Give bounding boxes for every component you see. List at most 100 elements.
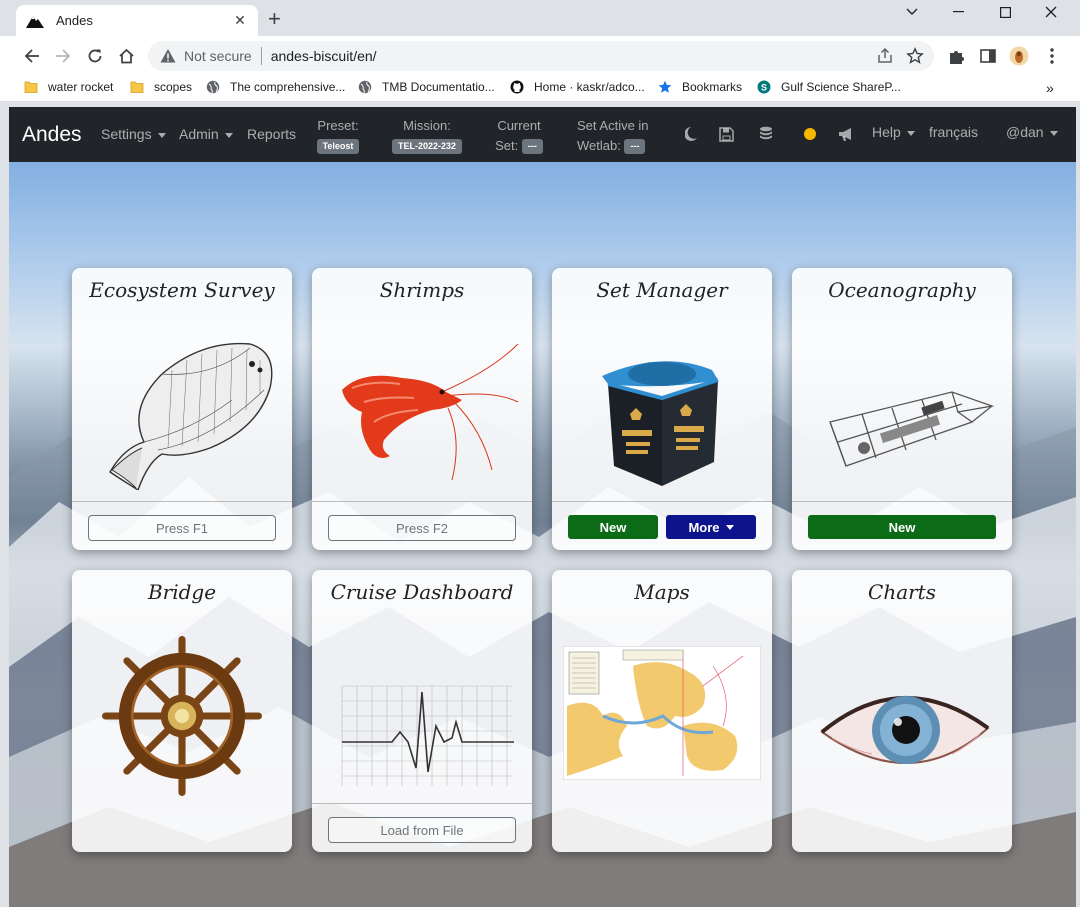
bookmark-label: Home · kaskr/adco... xyxy=(534,80,645,94)
share-icon[interactable] xyxy=(876,47,894,65)
red-shrimp-image xyxy=(342,343,519,481)
bookmark-item[interactable]: scopes xyxy=(130,80,192,94)
card-bridge[interactable]: Bridge xyxy=(72,570,292,852)
bookmark-item[interactable]: Home · kaskr/adco... xyxy=(510,80,645,94)
press-f2-button[interactable]: Press F2 xyxy=(328,515,516,541)
app-brand[interactable]: Andes xyxy=(22,123,82,147)
bookmark-label: The comprehensive... xyxy=(230,80,346,94)
card-maps[interactable]: Maps xyxy=(552,570,772,852)
back-icon[interactable] xyxy=(20,44,44,68)
browser-toolbar: Not secure andes-biscuit/en/ xyxy=(0,36,1080,76)
preset-indicator: Preset: Teleost xyxy=(315,116,361,156)
card-set-manager[interactable]: Set Manager New More xyxy=(552,268,772,550)
more-dropdown-button[interactable]: More xyxy=(666,515,756,539)
forward-icon[interactable] xyxy=(51,44,75,68)
browser-tabstrip: Andes ✕ + xyxy=(0,0,1080,36)
user-menu[interactable]: @dan xyxy=(1006,124,1058,140)
url-text[interactable]: andes-biscuit/en/ xyxy=(271,48,377,64)
blue-eye-image xyxy=(820,696,990,764)
card-oceanography[interactable]: Oceanography New xyxy=(792,268,1012,550)
chevron-down-icon xyxy=(725,524,734,530)
preset-badge[interactable]: Teleost xyxy=(316,139,360,155)
bookmark-item[interactable]: water rocket xyxy=(24,80,113,94)
reports-link[interactable]: Reports xyxy=(247,126,296,142)
mountain-favicon-icon xyxy=(26,15,44,28)
omnibox-separator xyxy=(260,47,262,65)
browser-menu-icon[interactable] xyxy=(1042,46,1062,66)
wetlab-label: Wetlab: xyxy=(577,138,621,153)
bookmarks-bar: water rocket scopes The comprehensive...… xyxy=(0,76,1080,102)
current-label: Current xyxy=(497,118,541,133)
new-oceanography-button[interactable]: New xyxy=(808,515,996,539)
set-label: Set: xyxy=(495,138,519,153)
card-title: Oceanography xyxy=(828,278,976,302)
save-floppy-icon[interactable] xyxy=(716,124,736,144)
more-label: More xyxy=(688,519,720,535)
current-set-indicator: Current Set: --- xyxy=(493,116,545,156)
security-label: Not secure xyxy=(184,48,252,64)
wetlab-badge[interactable]: --- xyxy=(624,139,646,155)
card-charts[interactable]: Charts xyxy=(792,570,1012,852)
side-panel-icon[interactable] xyxy=(978,46,998,66)
folder-icon xyxy=(130,81,144,93)
help-label: Help xyxy=(872,124,901,140)
nautical-chart-image xyxy=(563,646,761,780)
profile-avatar-icon[interactable] xyxy=(1009,46,1029,66)
chevron-down-icon xyxy=(157,132,166,138)
mission-badge[interactable]: TEL-2022-232 xyxy=(391,139,463,155)
card-title: Charts xyxy=(868,580,936,604)
close-window-icon[interactable] xyxy=(1028,0,1074,24)
mission-indicator: Mission: TEL-2022-232 xyxy=(387,116,467,156)
mission-label: Mission: xyxy=(403,118,451,133)
card-footer: Load from File xyxy=(312,803,532,852)
dark-mode-moon-icon[interactable] xyxy=(682,124,702,144)
bookmark-label: scopes xyxy=(154,80,193,94)
bookmark-item[interactable]: The comprehensive... xyxy=(206,80,345,94)
home-icon[interactable] xyxy=(114,44,138,68)
github-icon xyxy=(510,80,524,94)
extensions-puzzle-icon[interactable] xyxy=(946,46,966,66)
user-label: @dan xyxy=(1006,124,1044,140)
browser-tab[interactable]: Andes ✕ xyxy=(16,5,258,36)
card-title: Cruise Dashboard xyxy=(330,580,514,604)
card-footer: New xyxy=(792,501,1012,550)
card-shrimps[interactable]: Shrimps Press F2 xyxy=(312,268,532,550)
ctd-rosette-image xyxy=(829,391,995,467)
bookmark-label: Gulf Science ShareP... xyxy=(781,80,901,94)
close-tab-icon[interactable]: ✕ xyxy=(232,12,248,29)
load-from-file-button[interactable]: Load from File xyxy=(328,817,516,843)
new-set-button[interactable]: New xyxy=(568,515,658,539)
bookmark-star-icon[interactable] xyxy=(906,47,924,65)
reload-icon[interactable] xyxy=(83,44,107,68)
new-tab-icon[interactable]: + xyxy=(268,8,281,30)
megaphone-icon[interactable] xyxy=(836,124,856,144)
warning-icon xyxy=(160,49,176,63)
chevron-down-icon xyxy=(906,130,915,136)
maximize-icon[interactable] xyxy=(982,0,1028,24)
card-cruise-dashboard[interactable]: Cruise Dashboard Load from File xyxy=(312,570,532,852)
address-bar[interactable]: Not secure andes-biscuit/en/ xyxy=(148,41,934,71)
bookmarks-overflow[interactable]: » xyxy=(1046,80,1054,96)
bookmark-item[interactable]: Bookmarks xyxy=(658,80,742,94)
bookmark-label: Bookmarks xyxy=(682,80,743,94)
active-label: Set Active in xyxy=(577,118,649,133)
admin-label: Admin xyxy=(179,126,219,142)
admin-menu[interactable]: Admin xyxy=(179,126,233,142)
help-menu[interactable]: Help xyxy=(872,124,915,140)
database-icon[interactable] xyxy=(756,124,776,144)
current-set-badge[interactable]: --- xyxy=(521,139,543,155)
chevron-down-icon xyxy=(224,132,233,138)
card-ecosystem-survey[interactable]: Ecosystem Survey Press F1 xyxy=(72,268,292,550)
flounder-fish-image xyxy=(109,342,273,490)
press-f1-button[interactable]: Press F1 xyxy=(88,515,276,541)
card-footer: New More xyxy=(552,501,772,550)
minimize-icon[interactable] xyxy=(935,0,981,24)
language-toggle[interactable]: français xyxy=(929,124,978,140)
card-title: Set Manager xyxy=(596,278,728,302)
settings-menu[interactable]: Settings xyxy=(101,126,166,142)
bookmark-item[interactable]: TMB Documentatio... xyxy=(358,80,495,94)
bookmark-item[interactable]: S Gulf Science ShareP... xyxy=(757,80,901,94)
heartbeat-grid-image xyxy=(341,685,514,786)
billiard-chalk-image xyxy=(602,361,719,486)
tab-search-icon[interactable] xyxy=(889,0,935,24)
